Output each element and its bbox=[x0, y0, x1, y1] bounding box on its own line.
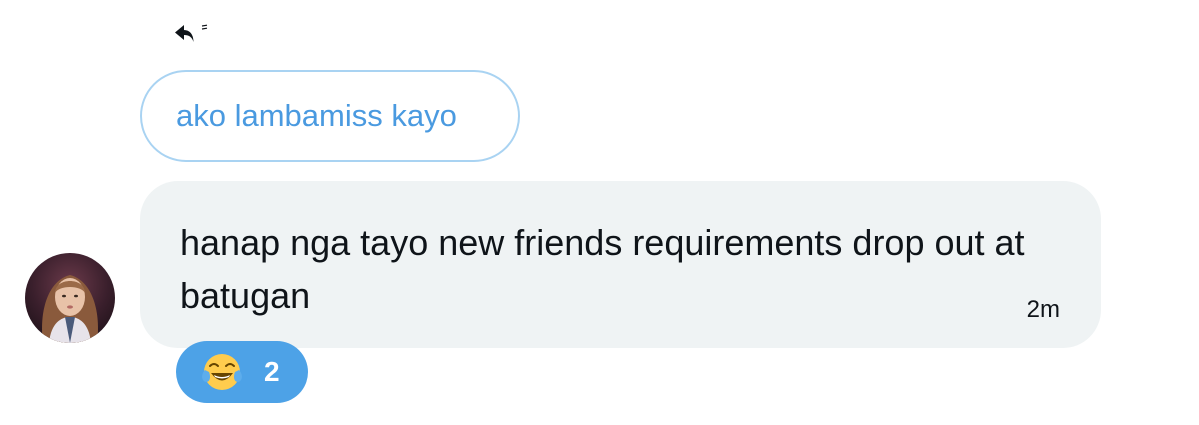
message-text: hanap nga tayo new friends requirements … bbox=[180, 222, 1025, 316]
avatar[interactable] bbox=[25, 253, 115, 343]
reply-arrow-icon bbox=[172, 20, 212, 46]
quoted-reply-text: ako lambamiss kayo bbox=[176, 98, 457, 133]
reaction-count: 2 bbox=[264, 356, 280, 387]
face-with-tears-of-joy-icon bbox=[200, 350, 244, 394]
message-bubble[interactable]: hanap nga tayo new friends requirements … bbox=[140, 181, 1101, 348]
quoted-reply-bubble[interactable]: ako lambamiss kayo bbox=[140, 70, 520, 162]
message-timestamp: 2m bbox=[1026, 296, 1060, 323]
reaction-button[interactable]: 2 bbox=[176, 341, 308, 403]
